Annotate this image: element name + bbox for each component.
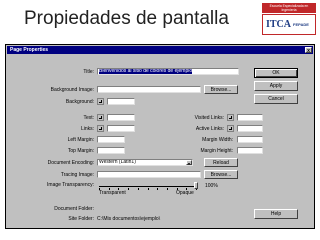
document-folder-label: Document Folder: xyxy=(54,206,94,212)
encoding-select-value: Western (Latin1) xyxy=(99,159,136,165)
slider-tick xyxy=(138,188,139,190)
logo-itca-text: ITCA xyxy=(266,19,292,30)
chevron-down-icon[interactable]: ▾ xyxy=(186,160,192,166)
transparency-slider-thumb[interactable] xyxy=(194,182,198,189)
left-margin-input[interactable] xyxy=(97,136,125,143)
ok-button[interactable]: OK xyxy=(254,68,298,78)
bg-image-input[interactable] xyxy=(97,86,201,93)
title-input-value: Bienvenidos al sitio de colores de ejemp… xyxy=(99,68,193,74)
background-color-swatch[interactable] xyxy=(97,98,104,105)
background-color-input[interactable] xyxy=(107,98,135,105)
transparency-slider-track[interactable] xyxy=(99,186,196,187)
slider-tick xyxy=(167,188,168,190)
text-label: Text: xyxy=(83,115,94,121)
margin-width-label: Margin Width: xyxy=(202,137,233,143)
tracing-image-input[interactable] xyxy=(97,171,201,178)
opaque-label: Opaque xyxy=(176,190,194,196)
visited-links-input[interactable] xyxy=(237,114,263,121)
close-icon[interactable]: x xyxy=(305,47,312,54)
logo-fepade-text: FEPADE xyxy=(293,22,309,27)
links-color-input[interactable] xyxy=(107,125,135,132)
visited-links-swatch[interactable] xyxy=(227,114,234,121)
margin-height-label: Margin Height: xyxy=(200,148,233,154)
transparent-label: Transparent xyxy=(99,190,126,196)
encoding-select[interactable]: Western (Latin1) xyxy=(97,159,193,166)
apply-button[interactable]: Apply xyxy=(254,81,298,91)
text-color-input[interactable] xyxy=(107,114,135,121)
itca-fepade-logo: Escuela Especializada en Ingeniería ITCA… xyxy=(262,3,316,35)
active-links-swatch[interactable] xyxy=(227,125,234,132)
active-links-input[interactable] xyxy=(237,125,263,132)
transparency-value: 100% xyxy=(205,183,218,189)
links-label: Links: xyxy=(80,126,94,132)
page-properties-dialog: Page Properties x Title: Bienvenidos al … xyxy=(5,44,315,229)
top-margin-input[interactable] xyxy=(97,147,125,154)
logo-box: ITCA FEPADE xyxy=(262,14,316,35)
left-margin-label: Left Margin: xyxy=(67,137,94,143)
slider-tick xyxy=(148,188,149,190)
slide-title: Propiedades de pantalla xyxy=(24,8,229,29)
tracing-image-browse-button[interactable]: Browse... xyxy=(204,170,238,179)
top-margin-label: Top Margin: xyxy=(67,148,94,154)
encoding-label: Document Encoding: xyxy=(47,160,94,166)
margin-height-input[interactable] xyxy=(237,147,263,154)
active-links-label: Active Links: xyxy=(195,126,224,132)
visited-links-label: Visited Links: xyxy=(194,115,224,121)
site-folder-label: Site Folder: xyxy=(68,216,94,222)
dialog-title: Page Properties xyxy=(10,47,49,53)
bg-image-label: Background Image: xyxy=(50,87,94,93)
title-label: Title: xyxy=(83,69,94,75)
margin-width-input[interactable] xyxy=(237,136,263,143)
site-folder-value: C:\Mis documentos\ejemplo\ xyxy=(97,216,161,222)
text-color-swatch[interactable] xyxy=(97,114,104,121)
slider-tick xyxy=(157,188,158,190)
links-color-swatch[interactable] xyxy=(97,125,104,132)
dialog-titlebar: Page Properties x xyxy=(7,46,313,54)
reload-button[interactable]: Reload xyxy=(204,158,238,167)
cancel-button[interactable]: Cancel xyxy=(254,94,298,104)
tracing-image-label: Tracing Image: xyxy=(60,172,94,178)
title-input[interactable]: Bienvenidos al sitio de colores de ejemp… xyxy=(97,68,239,75)
help-button[interactable]: Help xyxy=(254,209,298,219)
logo-school-text: Escuela Especializada en Ingeniería xyxy=(262,3,316,13)
background-label: Background: xyxy=(65,99,94,105)
bg-image-browse-button[interactable]: Browse... xyxy=(204,85,238,94)
slider-tick xyxy=(128,188,129,190)
image-transparency-label: Image Transparency: xyxy=(47,182,94,188)
